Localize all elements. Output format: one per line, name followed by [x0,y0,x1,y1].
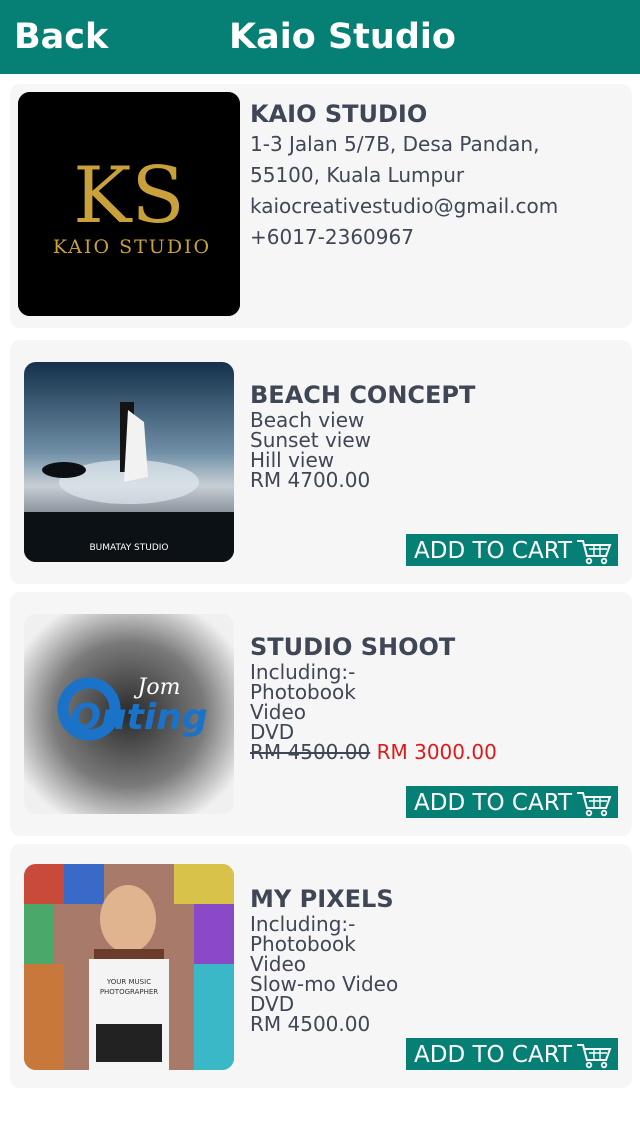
studio-phone[interactable]: +6017-2360967 [250,222,558,253]
package-details: STUDIO SHOOT Including:- Photobook Video… [250,632,497,762]
shopping-cart-icon [577,540,612,565]
package-feature: Video [250,700,307,724]
add-to-cart-button[interactable]: ADD TO CART [406,534,618,566]
logo-text: KAIO STUDIO [53,236,211,258]
package-price-row: RM 4500.00 RM 3000.00 [250,742,497,762]
image-text-your-music: YOUR MUSIC [106,978,151,986]
package-feature: Including:- [250,912,356,936]
studio-email[interactable]: kaiocreativestudio@gmail.com [250,191,558,222]
image-text-photographer: PHOTOGRAPHER [100,988,158,996]
studio-address-line1: 1-3 Jalan 5/7B, Desa Pandan, [250,132,540,156]
logo-initials: KS [73,151,185,241]
package-price: RM 4500.00 [250,1012,371,1036]
package-feature: Photobook [250,680,356,704]
package-image: YOUR MUSIC PHOTOGRAPHER [24,864,234,1070]
package-feature: Sunset view [250,428,372,452]
package-image: BUMATAY STUDIO [24,362,234,562]
old-price: RM 4500.00 [250,740,371,764]
package-image: Jom Outing [24,614,234,814]
add-to-cart-button[interactable]: ADD TO CART [406,1038,618,1070]
image-caption: BUMATAY STUDIO [89,543,168,553]
package-feature: DVD [250,992,295,1016]
page-title: Kaio Studio [229,17,456,57]
back-button[interactable]: Back [14,14,108,60]
add-to-cart-button[interactable]: ADD TO CART [406,786,618,818]
package-feature: Slow-mo Video [250,972,399,996]
package-details: BEACH CONCEPT Beach view Sunset view Hil… [250,380,475,490]
image-text-outing: Outing [70,697,207,738]
package-card: Jom Outing STUDIO SHOOT Including:- Phot… [10,592,632,836]
package-name: BEACH CONCEPT [250,381,476,409]
package-feature: Photobook [250,932,356,956]
package-name: STUDIO SHOOT [250,633,456,661]
shopping-cart-icon [577,1044,612,1069]
music-photographer-image: YOUR MUSIC PHOTOGRAPHER [24,864,234,1070]
package-feature: Including:- [250,660,356,684]
ks-logo-image: KS KAIO STUDIO [18,92,240,316]
package-details: MY PIXELS Including:- Photobook Video Sl… [250,884,398,1034]
studio-info-card: KS KAIO STUDIO KAIO STUDIO 1-3 Jalan 5/7… [10,84,632,328]
package-name: MY PIXELS [250,885,394,913]
jom-outing-image: Jom Outing [24,614,234,814]
package-feature: DVD [250,720,295,744]
add-to-cart-label: ADD TO CART [414,790,573,816]
studio-details: KAIO STUDIO 1-3 Jalan 5/7B, Desa Pandan,… [250,99,558,253]
top-bar: Back Kaio Studio [0,0,640,74]
package-price: RM 4700.00 [250,468,371,492]
studio-logo: KS KAIO STUDIO [18,92,240,316]
package-card: YOUR MUSIC PHOTOGRAPHER MY PIXELS Includ… [10,844,632,1088]
studio-name: KAIO STUDIO [250,100,428,128]
add-to-cart-label: ADD TO CART [414,1042,573,1068]
add-to-cart-label: ADD TO CART [414,538,573,564]
beach-couple-image: BUMATAY STUDIO [24,362,234,562]
package-feature: Video [250,952,307,976]
package-card: BUMATAY STUDIO BEACH CONCEPT Beach view … [10,340,632,584]
package-feature: Beach view [250,408,365,432]
shopping-cart-icon [577,792,612,817]
sale-price: RM 3000.00 [376,740,497,764]
package-feature: Hill view [250,448,335,472]
studio-address-line2: 55100, Kuala Lumpur [250,163,465,187]
